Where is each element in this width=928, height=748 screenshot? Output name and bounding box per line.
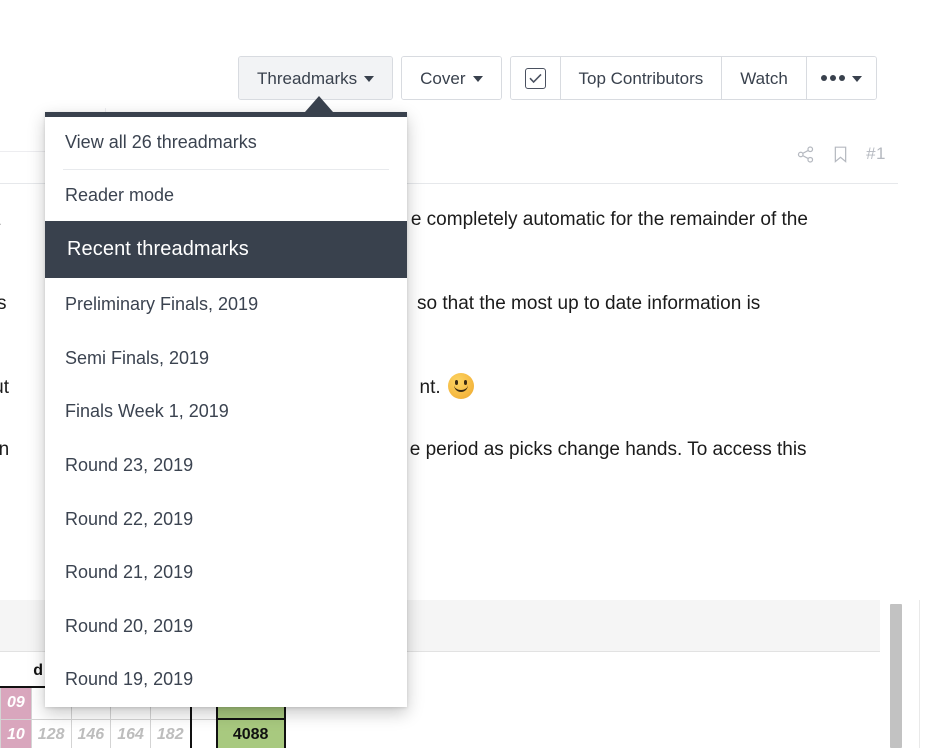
mark-read-checkbox-button[interactable] bbox=[510, 57, 561, 99]
top-contributors-button[interactable]: Top Contributors bbox=[560, 57, 723, 99]
menu-item-threadmark[interactable]: Preliminary Finals, 2019 bbox=[45, 278, 407, 332]
menu-item-reader-mode[interactable]: Reader mode bbox=[45, 170, 407, 222]
cell-r2c1: 10 bbox=[0, 718, 32, 748]
cover-button[interactable]: Cover bbox=[402, 57, 501, 99]
top-contributors-label: Top Contributors bbox=[578, 68, 704, 88]
menu-pointer-arrow bbox=[305, 96, 333, 112]
menu-section-header-recent: Recent threadmarks bbox=[45, 221, 407, 279]
menu-item-threadmark[interactable]: Round 19, 2019 bbox=[45, 653, 407, 707]
more-options-button[interactable] bbox=[806, 57, 876, 99]
page-root: #1 ted a e completely automatic for the … bbox=[0, 0, 928, 748]
caret-down-icon bbox=[472, 76, 483, 82]
cell-r2c4: 164 bbox=[110, 718, 151, 748]
menu-item-threadmark[interactable]: Round 21, 2019 bbox=[45, 546, 407, 600]
actions-group: Top Contributors Watch bbox=[509, 56, 877, 100]
paragraph-3-right: nt. bbox=[419, 377, 441, 398]
menu-item-threadmark[interactable]: Round 23, 2019 bbox=[45, 439, 407, 493]
cell-r2-spacer bbox=[189, 718, 218, 748]
share-icon[interactable] bbox=[796, 145, 815, 164]
menu-item-threadmark[interactable]: Semi Finals, 2019 bbox=[45, 332, 407, 386]
threadmarks-group: Threadmarks bbox=[238, 56, 394, 100]
paragraph-2-left: e pos bbox=[0, 293, 7, 314]
paragraph-4-left: s, an bbox=[0, 439, 10, 460]
slightly-smiling-face-emoji bbox=[447, 373, 474, 399]
paragraph-2-right: so that the most up to date information … bbox=[417, 293, 761, 314]
recent-threadmarks-list: Preliminary Finals, 2019 Semi Finals, 20… bbox=[45, 278, 407, 707]
paragraph-4-right: e period as picks change hands. To acces… bbox=[409, 439, 807, 460]
watch-button-label: Watch bbox=[740, 68, 788, 88]
cell-r2c2: 128 bbox=[30, 718, 72, 748]
scrollbar-thumb[interactable] bbox=[890, 604, 902, 748]
ellipsis-icon bbox=[820, 75, 845, 81]
post-meta-actions: #1 bbox=[796, 144, 886, 164]
paragraph-3-left: , but bbox=[0, 377, 9, 398]
cover-group: Cover bbox=[401, 56, 502, 100]
bookmark-icon[interactable] bbox=[833, 145, 848, 164]
thread-toolbar: Threadmarks Cover Top Contributors Watch bbox=[238, 56, 877, 100]
table-row: 10 128 146 164 182 4088 bbox=[0, 718, 286, 748]
post-number[interactable]: #1 bbox=[866, 144, 886, 164]
threadmarks-button-label: Threadmarks bbox=[257, 68, 358, 88]
menu-item-threadmark[interactable]: Round 22, 2019 bbox=[45, 493, 407, 547]
threadmarks-button[interactable]: Threadmarks bbox=[239, 57, 393, 99]
cell-r1c1: 09 bbox=[0, 686, 32, 720]
content-right-edge bbox=[919, 600, 920, 748]
watch-button[interactable]: Watch bbox=[722, 57, 807, 99]
threadmarks-dropdown-menu: View all 26 threadmarks Reader mode Rece… bbox=[45, 112, 407, 707]
menu-item-view-all[interactable]: View all 26 threadmarks bbox=[45, 117, 407, 169]
cell-total-value: 4088 bbox=[215, 718, 286, 748]
caret-down-icon bbox=[851, 76, 862, 82]
cell-r2c3: 146 bbox=[70, 718, 112, 748]
menu-item-threadmark[interactable]: Round 20, 2019 bbox=[45, 600, 407, 654]
menu-item-threadmark[interactable]: Finals Week 1, 2019 bbox=[45, 385, 407, 439]
cover-button-label: Cover bbox=[420, 68, 466, 88]
caret-down-icon bbox=[364, 76, 375, 82]
cell-r2c5: 182 bbox=[149, 718, 192, 748]
paragraph-1-right: e completely automatic for the remainder… bbox=[410, 209, 808, 230]
vertical-scrollbar[interactable] bbox=[888, 600, 904, 748]
checkbox-checked-icon bbox=[524, 67, 546, 89]
